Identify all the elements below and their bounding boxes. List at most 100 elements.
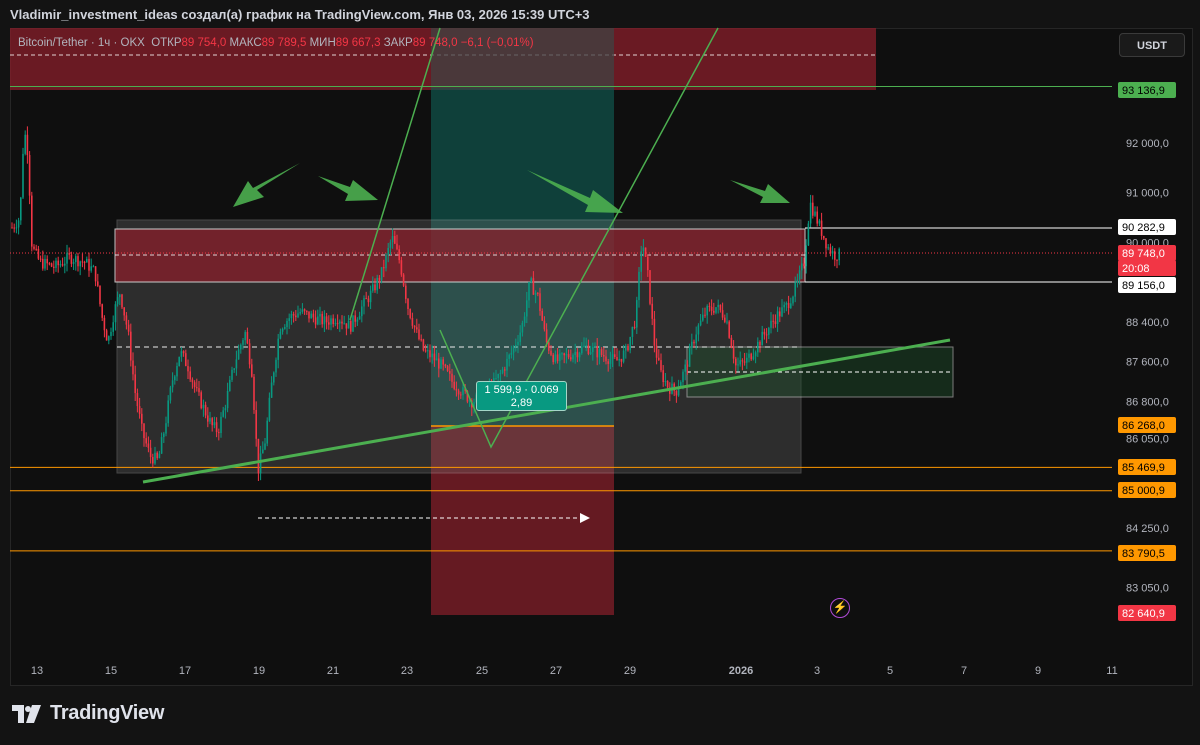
time-axis[interactable]: 13 15 17 19 21 23 25 27 29 2026 3 5 7 9 11 [31,665,1118,677]
candle-body [818,220,821,224]
candle-body [114,304,117,323]
x-tick-2: 17 [179,665,191,677]
drawings-zones [10,28,954,615]
candle-body [334,323,337,325]
candle-body [328,322,330,325]
candle-body [462,387,464,396]
candle-body [787,302,790,309]
candle-body [11,227,13,229]
x-tick-8: 29 [624,665,636,677]
candle-body [90,266,92,271]
candle-body [119,294,121,298]
candle-body [642,247,645,252]
candle-body [99,285,101,305]
candle-body [383,267,385,269]
candle-body [730,337,733,348]
candle-body [572,355,574,360]
candle-body [836,259,838,261]
candle-body [169,387,172,401]
candle-body [807,223,810,246]
lightning-icon[interactable]: ⚡ [830,598,850,618]
candle-body [35,248,37,250]
candle-body [224,408,227,411]
candle-body [772,320,774,322]
candle-body [57,260,59,266]
candle-body [596,346,598,358]
candle-body [724,317,726,322]
candle-body [341,321,343,324]
candle-body [207,415,209,422]
candle-body [611,354,614,360]
candle-body [757,341,759,353]
candle-body [22,153,24,198]
candle-body [512,346,515,353]
arrow-annotation-1[interactable] [233,163,300,207]
candle-body [644,247,647,257]
candle-body [350,320,352,332]
candle-body [363,298,365,307]
candle-body [231,369,233,380]
candle-body [616,357,618,361]
candle-body [125,315,128,325]
arrow-annotation-2[interactable] [318,176,378,201]
candle-body [752,356,755,360]
candle-body [803,263,805,267]
candle-body [193,382,196,388]
candle-body [141,413,143,424]
candle-body [541,310,543,321]
measure-line-2: 2,89 [510,397,533,409]
candle-body [149,447,152,458]
arrow-annotation-4[interactable] [730,180,790,203]
candle-body [176,366,178,377]
symbol-name[interactable]: Bitcoin/Tether · 1ч · OKX [18,37,145,49]
candle-body [768,327,770,335]
candle-body [323,316,326,325]
candle-body [24,134,26,154]
candle-body [378,277,381,281]
currency-button[interactable]: USDT [1119,33,1185,57]
candle-body [501,369,504,373]
candle-body [743,361,746,363]
candle-body [750,353,752,360]
candle-body [739,360,741,365]
candle-body [620,358,623,362]
candle-body [565,354,568,356]
candle-body [37,248,40,259]
candle-body [314,317,317,325]
candle-body [552,354,554,363]
close-value: 89 748,0 [412,37,458,49]
candle-body [721,310,724,318]
candle-body [347,320,350,329]
candle-body [246,332,249,344]
x-tick-0: 13 [31,665,43,677]
candle-body [449,371,451,374]
candle-body [284,327,286,329]
candle-body [702,314,704,321]
candle-body [609,359,612,364]
candle-body [649,270,651,304]
candle-body [79,261,81,267]
candle-body [416,327,418,330]
candle-body [823,235,825,239]
symbol-legend[interactable]: Bitcoin/Tether · 1ч · OKX ОТКР89 754,0 М… [18,37,534,49]
candle-body [675,390,678,396]
measure-tooltip: 1 599,9 · 0.069 2,89 [476,381,567,411]
price-label-6: 85 469,9 [1122,462,1165,474]
price-labels: 93 136,9 90 282,9 89 748,0 20:08 89 156,0 86 … [1118,82,1176,621]
candle-body [253,376,255,410]
candle-body [306,310,308,312]
candle-body [26,134,29,156]
price-chart[interactable]: 92 000,091 000,090 000,088 400,087 600,0… [0,0,1200,745]
candle-body [814,211,816,216]
candle-body [352,315,354,332]
tradingview-logo[interactable]: TradingView [12,702,164,725]
candle-body [154,452,156,464]
price-axis[interactable]: 92 000,091 000,090 000,088 400,087 600,0… [1126,138,1169,595]
candle-body [693,341,695,344]
candle-body [713,310,715,313]
candle-body [574,351,576,356]
candle-body [143,423,145,439]
candle-body [220,416,222,434]
candle-body [691,341,693,348]
candle-body [233,368,235,370]
